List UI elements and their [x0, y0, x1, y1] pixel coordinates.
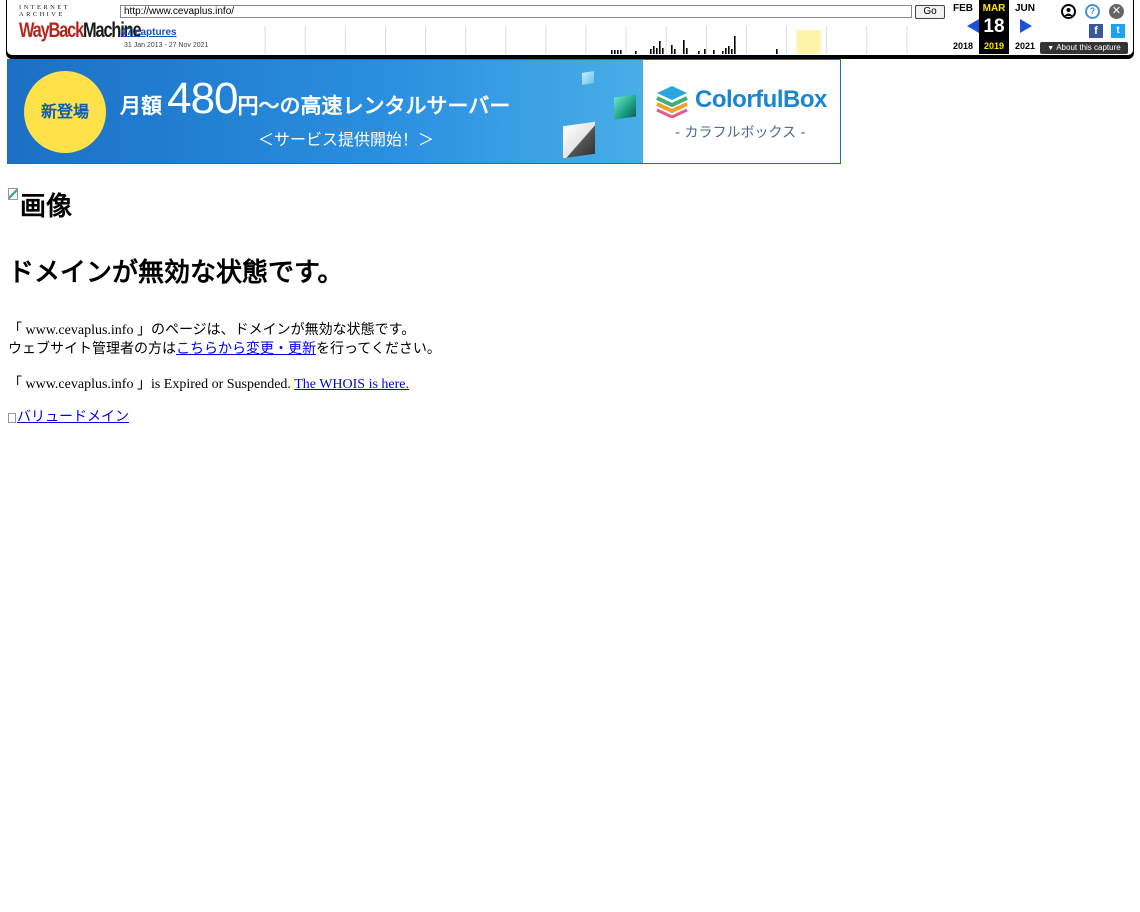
help-icon[interactable]: ? — [1085, 4, 1100, 19]
sparkline-capture-bar — [653, 46, 655, 54]
sparkline-capture-bar — [662, 48, 664, 54]
wayback-logo[interactable]: INTERNET ARCHIVE WayBackMachine — [19, 4, 142, 48]
image-alt-text: 画像 — [20, 192, 73, 221]
prev-month-label[interactable]: FEB — [947, 3, 979, 14]
calendar-nav: FEB MAR JUN 18 2018 2019 2021 — [947, 0, 1039, 56]
banner-blue-panel: 新登場 月額 480円～の高速レンタルサーバー ＜サービス提供開始！＞ — [8, 60, 643, 163]
sparkline-capture-bar — [683, 40, 685, 54]
sparkline-capture-bar — [734, 36, 736, 54]
sparkline-capture-bar — [620, 50, 622, 54]
sparkline-capture-bar — [728, 46, 730, 54]
url-input[interactable]: http://www.cevaplus.info/ — [120, 5, 912, 18]
whois-link[interactable]: The WHOIS is here. — [294, 377, 409, 392]
sparkline-capture-bar — [725, 48, 727, 54]
about-capture-button[interactable]: ▼ About this capture — [1040, 42, 1128, 54]
next-year-label[interactable]: 2021 — [1009, 41, 1041, 51]
sparkline-capture-bar — [698, 51, 700, 54]
value-domain-link-row: バリュードメイン — [8, 406, 129, 426]
notice-line-2-prefix: ウェブサイト管理者の方は — [8, 342, 176, 357]
colorfulbox-banner[interactable]: 新登場 月額 480円～の高速レンタルサーバー ＜サービス提供開始！＞ Colo… — [7, 59, 841, 164]
sparkline-capture-bar — [731, 49, 733, 54]
captures-link[interactable]: 47 captures — [121, 27, 177, 38]
green-cube-icon — [614, 94, 636, 120]
value-domain-link[interactable]: バリュードメイン — [8, 410, 129, 425]
sparkline-capture-bar — [611, 50, 613, 54]
english-notice-text: 「 www.cevaplus.info 」is Expired or Suspe… — [8, 377, 291, 392]
sparkline-capture-bar — [704, 49, 706, 54]
broken-image: 画像 — [8, 186, 72, 223]
prev-year-label[interactable]: 2018 — [947, 41, 979, 51]
notice-line-1: 「 www.cevaplus.info 」のページは、ドメインが無効な状態です。 — [8, 323, 416, 338]
user-account-icon[interactable] — [1061, 4, 1076, 19]
japanese-notice: 「 www.cevaplus.info 」のページは、ドメインが無効な状態です。… — [8, 321, 441, 359]
next-capture-arrow-icon[interactable] — [1020, 19, 1032, 33]
banner-headline: 月額 480円～の高速レンタルサーバー — [120, 74, 511, 123]
capture-sparkline[interactable] — [225, 22, 947, 54]
current-month-label: MAR — [982, 3, 1006, 14]
twitter-icon[interactable]: t — [1111, 24, 1125, 38]
sparkline-capture-bar — [617, 50, 619, 54]
sparkline-capture-bar — [713, 50, 715, 54]
prev-capture-arrow-icon[interactable] — [967, 19, 979, 33]
logo-wayback-machine-text: WayBackMachine — [19, 19, 142, 42]
wayback-toolbar: INTERNET ARCHIVE WayBackMachine http://w… — [6, 0, 1134, 56]
sparkline-capture-bar — [722, 51, 724, 54]
notice-line-2-suffix: を行ってください。 — [316, 342, 441, 357]
sparkline-capture-bar — [659, 41, 661, 54]
sparkline-current-year-highlight — [796, 30, 821, 54]
english-notice: 「 www.cevaplus.info 」is Expired or Suspe… — [8, 373, 409, 393]
banner-brand-name: ColorfulBox — [695, 86, 827, 113]
colorfulbox-logo-icon — [656, 86, 688, 118]
sparkline-capture-bar — [686, 48, 688, 54]
page-heading: ドメインが無効な状態です。 — [8, 258, 344, 287]
banner-brand-panel: ColorfulBox - カラフルボックス - — [643, 60, 840, 163]
current-day-label: 18 — [983, 16, 1005, 37]
sparkline-capture-bar — [671, 45, 673, 54]
white-cube-icon — [563, 121, 595, 159]
broken-image-icon — [8, 188, 18, 200]
banner-brand-subtitle: - カラフルボックス - — [675, 125, 806, 141]
current-year-label: 2019 — [983, 41, 1005, 51]
sparkline-capture-bar — [635, 51, 637, 54]
change-update-link[interactable]: こちらから変更・更新 — [176, 342, 316, 357]
capture-date-range: 31 Jan 2013 - 27 Nov 2021 — [124, 42, 209, 49]
close-icon[interactable]: ✕ — [1109, 4, 1124, 19]
sparkline-capture-bar — [650, 49, 652, 54]
sparkline-capture-bar — [674, 49, 676, 54]
go-button[interactable]: Go — [915, 5, 945, 19]
logo-internet-archive-text: INTERNET ARCHIVE — [19, 4, 70, 18]
broken-image-icon — [8, 412, 16, 423]
next-month-label[interactable]: JUN — [1009, 3, 1041, 14]
small-cube-icon — [582, 71, 594, 85]
sparkline-capture-bar — [656, 48, 658, 54]
banner-new-badge: 新登場 — [24, 71, 106, 153]
facebook-icon[interactable]: f — [1089, 24, 1103, 38]
dropdown-triangle-icon: ▼ — [1047, 45, 1055, 52]
banner-subline: ＜サービス提供開始！＞ — [258, 130, 435, 149]
sparkline-capture-bar — [614, 50, 616, 54]
sparkline-capture-bar — [776, 49, 778, 54]
